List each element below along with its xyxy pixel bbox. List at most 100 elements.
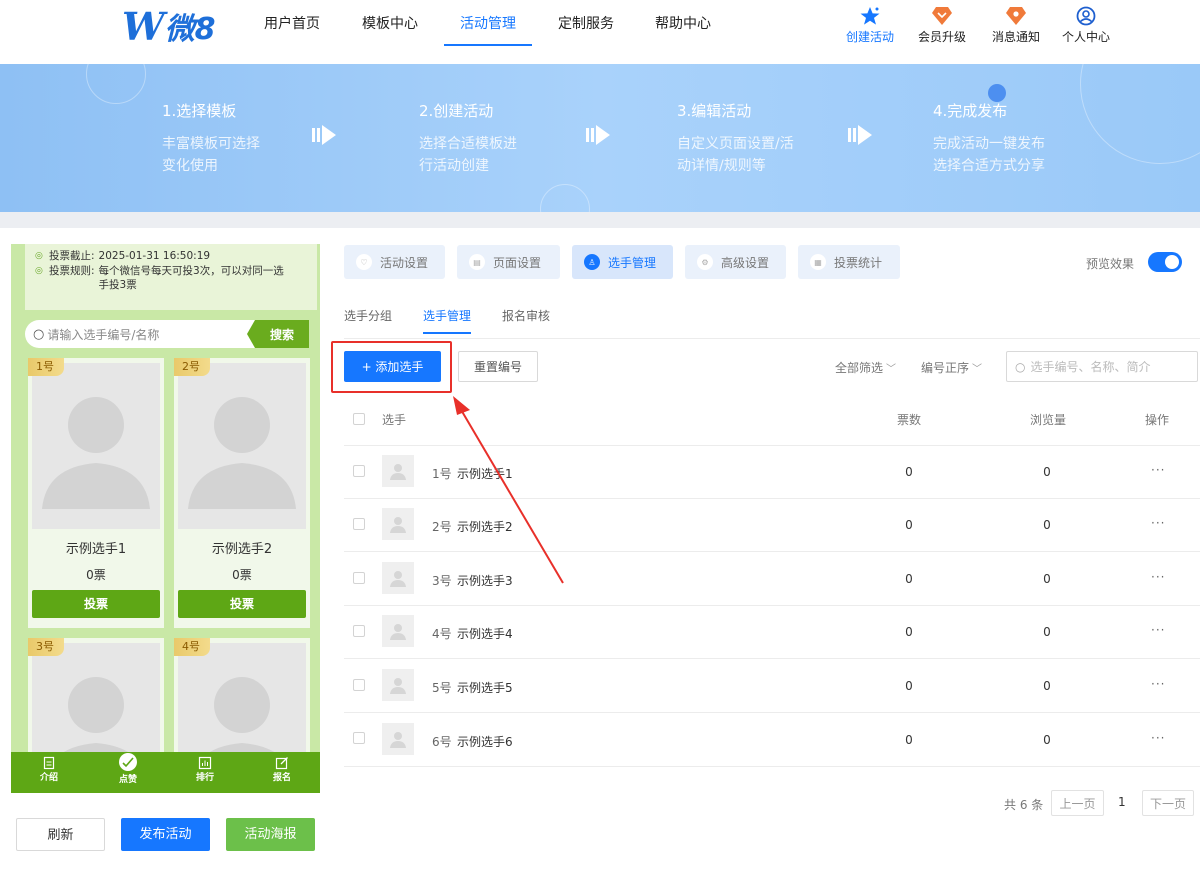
divider bbox=[344, 338, 1200, 339]
info-icon: ◎ bbox=[35, 266, 43, 276]
more-actions-icon[interactable]: ··· bbox=[1151, 731, 1165, 745]
chevron-down-icon: ﹀ bbox=[886, 364, 897, 375]
tab-player-management[interactable]: ♙ 选手管理 bbox=[572, 245, 673, 279]
tab-label: 活动设置 bbox=[380, 255, 429, 270]
step-title: 2.创建活动 bbox=[419, 102, 494, 120]
column-header-player: 选手 bbox=[382, 413, 407, 427]
arrow-right-icon bbox=[312, 125, 336, 145]
banner-divider bbox=[0, 212, 1200, 228]
user-center-label: 个人中心 bbox=[1061, 30, 1110, 44]
avatar bbox=[382, 669, 414, 701]
avatar bbox=[382, 508, 414, 540]
settings-icon: ⚙ bbox=[697, 254, 713, 270]
row-checkbox[interactable] bbox=[353, 518, 365, 530]
row-checkbox[interactable] bbox=[353, 625, 365, 637]
player-card[interactable]: 2号 示例选手2 0票 投票 bbox=[174, 358, 310, 628]
avatar bbox=[382, 562, 414, 594]
refresh-button[interactable]: 刷新 bbox=[16, 818, 105, 851]
next-page-button[interactable]: 下一页 bbox=[1142, 790, 1194, 816]
row-checkbox[interactable] bbox=[353, 679, 365, 691]
vip-upgrade-button[interactable]: 会员升级 bbox=[912, 6, 972, 45]
step-1: 1.选择模板 丰富模板可选择变化使用 bbox=[162, 100, 302, 177]
more-actions-icon[interactable]: ··· bbox=[1151, 677, 1165, 691]
player-views: 0 bbox=[1043, 679, 1051, 693]
preview-toggle[interactable] bbox=[1148, 252, 1182, 272]
step-3: 3.编辑活动 自定义页面设置/活动详情/规则等 bbox=[677, 100, 817, 177]
tab-vote-statistics[interactable]: ▦ 投票统计 bbox=[798, 245, 900, 279]
tab-signup[interactable]: 报名 bbox=[257, 756, 307, 783]
nav-item-home[interactable]: 用户首页 bbox=[264, 14, 320, 46]
step-title: 4.完成发布 bbox=[933, 102, 1008, 120]
more-actions-icon[interactable]: ··· bbox=[1151, 623, 1165, 637]
mobile-preview: ◎ 投票截止: 2025-01-31 16:50:19 ◎ 投票规则: 每个微信… bbox=[11, 244, 320, 793]
player-number-badge: 3号 bbox=[28, 638, 64, 656]
more-actions-icon[interactable]: ··· bbox=[1151, 570, 1165, 584]
reset-numbering-button[interactable]: 重置编号 bbox=[458, 351, 538, 382]
player-card[interactable]: 1号 示例选手1 0票 投票 bbox=[28, 358, 164, 628]
logo[interactable]: W 微8 bbox=[122, 3, 216, 49]
tab-activity-settings[interactable]: ♡ 活动设置 bbox=[344, 245, 445, 279]
tab-label: 投票统计 bbox=[834, 255, 883, 270]
logo-mark: W bbox=[122, 3, 165, 49]
row-checkbox[interactable] bbox=[353, 572, 365, 584]
prev-page-button[interactable]: 上一页 bbox=[1051, 790, 1104, 816]
step-title: 1.选择模板 bbox=[162, 102, 237, 120]
tab-ranking[interactable]: 排行 bbox=[180, 756, 230, 783]
player-number-badge: 4号 bbox=[174, 638, 210, 656]
nav-item-templates[interactable]: 模板中心 bbox=[362, 14, 418, 46]
subtab-player-groups[interactable]: 选手分组 bbox=[344, 307, 392, 324]
tab-label: 选手管理 bbox=[608, 255, 657, 270]
more-actions-icon[interactable]: ··· bbox=[1151, 463, 1165, 477]
nav-item-custom-service[interactable]: 定制服务 bbox=[558, 14, 614, 46]
activity-poster-button[interactable]: 活动海报 bbox=[226, 818, 315, 851]
row-checkbox[interactable] bbox=[353, 465, 365, 477]
user-center-button[interactable]: 个人中心 bbox=[1056, 6, 1116, 45]
search-button[interactable]: 搜索 bbox=[247, 320, 309, 348]
tab-like[interactable]: 点赞 bbox=[103, 753, 153, 785]
preview-label: 预览效果 bbox=[1086, 257, 1135, 271]
nav-item-help[interactable]: 帮助中心 bbox=[655, 14, 711, 46]
subtab-signup-review[interactable]: 报名审核 bbox=[502, 307, 550, 324]
nav-item-activity-management[interactable]: 活动管理 bbox=[444, 14, 532, 46]
divider bbox=[344, 712, 1200, 713]
stats-icon: ▦ bbox=[810, 254, 826, 270]
player-search-input[interactable]: ○ 请输入选手编号/名称 bbox=[25, 320, 255, 348]
player-votes: 0 bbox=[905, 572, 913, 586]
create-activity-button[interactable]: 创建活动 bbox=[840, 6, 900, 45]
search-placeholder: 选手编号、名称、简介 bbox=[1030, 360, 1151, 374]
tab-intro[interactable]: 介绍 bbox=[24, 756, 74, 783]
vote-deadline: ◎ 投票截止: 2025-01-31 16:50:19 bbox=[35, 249, 307, 263]
vote-button[interactable]: 投票 bbox=[178, 590, 306, 618]
sort-dropdown[interactable]: 编号正序 ﹀ bbox=[921, 359, 982, 376]
more-actions-icon[interactable]: ··· bbox=[1151, 516, 1165, 530]
player-card[interactable]: 4号 bbox=[174, 638, 310, 758]
vote-button[interactable]: 投票 bbox=[32, 590, 160, 618]
player-number: 1号 bbox=[432, 467, 452, 481]
person-placeholder-icon bbox=[56, 677, 136, 758]
current-page[interactable]: 1 bbox=[1118, 795, 1126, 809]
select-all-checkbox[interactable] bbox=[353, 413, 365, 425]
player-name: 示例选手1 bbox=[457, 467, 513, 481]
step-title: 3.编辑活动 bbox=[677, 102, 752, 120]
mobile-tab-bar: 介绍 点赞 排行 报名 bbox=[11, 752, 320, 793]
filter-dropdown[interactable]: 全部筛选 ﹀ bbox=[835, 359, 896, 376]
person-placeholder-icon bbox=[42, 397, 150, 509]
step-desc: 选择合适模板进行活动创建 bbox=[419, 136, 517, 174]
tab-advanced-settings[interactable]: ⚙ 高级设置 bbox=[685, 245, 786, 279]
vote-info-panel: ◎ 投票截止: 2025-01-31 16:50:19 ◎ 投票规则: 每个微信… bbox=[25, 244, 317, 310]
notification-button[interactable]: 消息通知 bbox=[986, 6, 1046, 45]
player-list-search-input[interactable]: ○ 选手编号、名称、简介 bbox=[1006, 351, 1198, 382]
player-number: 4号 bbox=[432, 627, 452, 641]
row-checkbox[interactable] bbox=[353, 732, 365, 744]
subtab-player-management[interactable]: 选手管理 bbox=[423, 307, 472, 334]
player-name: 示例选手2 bbox=[457, 520, 513, 534]
tab-label: 点赞 bbox=[118, 775, 137, 785]
tab-page-settings[interactable]: ▤ 页面设置 bbox=[457, 245, 560, 279]
player-card[interactable]: 3号 bbox=[28, 638, 164, 758]
avatar bbox=[382, 615, 414, 647]
publish-activity-button[interactable]: 发布活动 bbox=[121, 818, 210, 851]
tab-label: 介绍 bbox=[39, 773, 58, 783]
player-photo bbox=[178, 643, 306, 758]
person-placeholder-icon bbox=[390, 517, 406, 533]
vote-rule: ◎ 投票规则: 每个微信号每天可投3次，可以对同一选手投3票 bbox=[35, 264, 307, 292]
